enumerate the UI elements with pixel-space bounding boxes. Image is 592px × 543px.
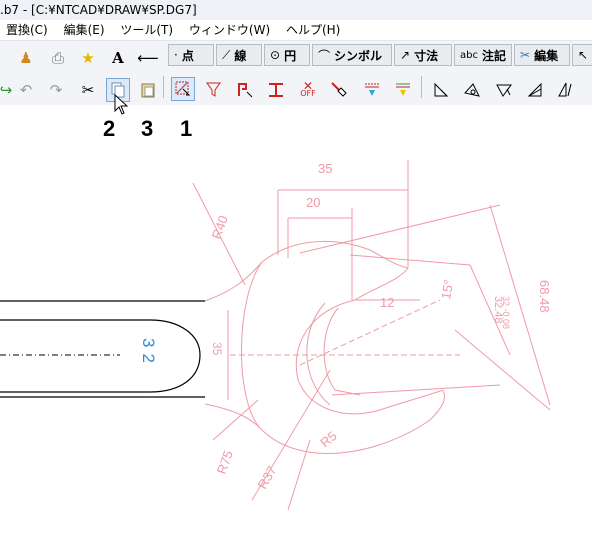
tab-annotation-label: 注記 [481, 48, 506, 63]
menu-help[interactable]: ヘルプ(H) [280, 20, 346, 40]
redo-icon[interactable]: ↷ [44, 78, 68, 102]
tab-line[interactable]: ⟋ 線 [216, 44, 262, 66]
dim-r37: R37 [255, 463, 280, 491]
dim-r40: R40 [209, 213, 231, 241]
snap-off-button[interactable]: ✕ OFF [296, 78, 320, 102]
tab-dimension-label: 寸法 [414, 48, 439, 63]
dimension-icon: ↗ [400, 48, 411, 62]
annotation-icon: abc [460, 49, 478, 61]
toolbar-separator-2 [421, 76, 422, 98]
dim-68: 68.48 [537, 280, 552, 313]
tab-dimension[interactable]: ↗ 寸法 [394, 44, 452, 66]
menu-window[interactable]: ウィンドウ(W) [183, 20, 276, 40]
select-icon: ↖ [578, 48, 589, 62]
tab-edit[interactable]: ✂ 編集 [514, 44, 570, 66]
menu-bar: 置換(C) 編集(E) ツール(T) ウィンドウ(W) ヘルプ(H) [0, 20, 592, 41]
tab-point-label: 点 [181, 48, 194, 63]
menu-tools[interactable]: ツール(T) [114, 20, 179, 40]
print-icon[interactable]: ⎙ [46, 46, 70, 70]
line-icon: ⟋ [222, 47, 231, 62]
user-icon[interactable]: ♟ [14, 46, 38, 70]
layer-green-icon[interactable] [391, 78, 415, 102]
tab-select[interactable]: ↖ [572, 44, 592, 66]
scissors-icon: ✂ [520, 48, 531, 62]
triangle-tool-3[interactable] [492, 78, 516, 102]
circle-icon: ⊙ [270, 48, 281, 62]
dim-20: 20 [306, 195, 320, 210]
dimension-select-icon[interactable] [264, 78, 288, 102]
cut-icon[interactable]: ✂ [76, 78, 100, 102]
erase-tool-icon[interactable] [327, 78, 351, 102]
symbol-icon: ⌒ [318, 48, 331, 63]
tab-symbol[interactable]: ⌒ シンボル [312, 44, 392, 66]
menu-edit[interactable]: 編集(E) [58, 20, 111, 40]
point-icon: · [174, 48, 178, 62]
triangle-tool-4[interactable] [523, 78, 547, 102]
snap-off-label: OFF [300, 89, 316, 98]
select-window-tool[interactable] [171, 77, 195, 101]
text-tool-button[interactable]: A [106, 46, 130, 70]
dim-12: 12 [380, 295, 394, 310]
dim-35-vertical: 35 [210, 342, 224, 356]
undo-icon[interactable]: ↶ [14, 78, 38, 102]
star-icon[interactable]: ★ [76, 46, 100, 70]
window-title: .b7 - [C:¥NTCAD¥DRAW¥SP.DG7] [0, 0, 592, 20]
tab-circle[interactable]: ⊙ 円 [264, 44, 310, 66]
tab-symbol-label: シンボル [334, 48, 383, 63]
triangle-tool-2[interactable] [460, 78, 484, 102]
chain-select-icon[interactable] [233, 78, 257, 102]
paste-icon[interactable] [136, 78, 160, 102]
drawing-canvas[interactable]: 35 20 12 15° R40 R75 R37 R5 68.48 32.48 … [0, 104, 592, 543]
layer-down-icon[interactable] [360, 78, 384, 102]
arrow-left-icon[interactable]: ⟵ [136, 46, 160, 70]
toolbar-separator [163, 76, 164, 98]
tab-point[interactable]: · 点 [168, 44, 214, 66]
dim-35: 35 [318, 161, 332, 176]
tab-line-label: 線 [234, 48, 247, 63]
filter-icon[interactable] [202, 78, 226, 102]
menu-replace[interactable]: 置換(C) [0, 20, 54, 40]
dim-r75: R75 [214, 448, 236, 476]
dim-r5: R5 [317, 428, 339, 450]
tab-annotation[interactable]: abc 注記 [454, 44, 512, 66]
handle-label: 32 [139, 338, 158, 369]
triangle-tool-1[interactable] [429, 78, 453, 102]
dim-15deg: 15° [438, 279, 456, 301]
tab-circle-label: 円 [284, 48, 297, 63]
tab-edit-label: 編集 [534, 48, 559, 63]
triangle-tool-5[interactable] [553, 78, 577, 102]
dim-32-tol: 32 -0.08 [501, 296, 511, 329]
